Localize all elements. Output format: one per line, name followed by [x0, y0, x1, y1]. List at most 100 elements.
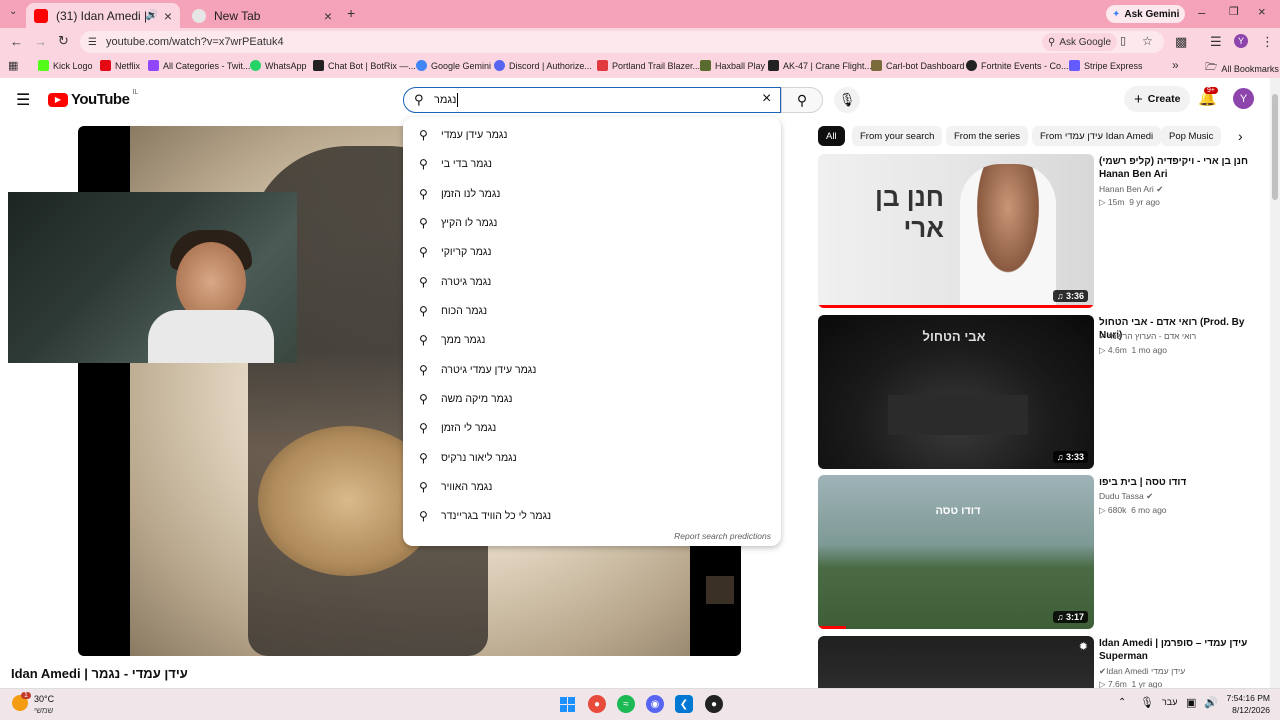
recommendation-thumbnail[interactable]: אבי הטחול ♫ 3:33 — [818, 315, 1094, 469]
suggestion-item[interactable]: ⚲ נגמר גיטרה — [403, 267, 781, 296]
chip-from-the-series[interactable]: From the series — [946, 126, 1028, 146]
bookmark-item[interactable]: Fortnite Events - Co... — [966, 60, 1069, 71]
bookmark-item[interactable]: Chat Bot | BotRix —... — [313, 60, 416, 71]
suggestion-item[interactable]: ⚲ נגמר לו הקיץ — [403, 208, 781, 237]
language-indicator[interactable]: עבר — [1162, 697, 1177, 707]
audio-playing-icon[interactable]: 🔊 — [146, 10, 158, 21]
weather-desc: שמשי — [34, 706, 54, 715]
tab-new-tab[interactable]: New Tab × — [184, 3, 340, 28]
vscode-taskbar-icon[interactable]: ❮ — [675, 695, 693, 713]
notification-badge: 9+ — [1204, 87, 1218, 94]
app-taskbar-icon[interactable]: ● — [705, 695, 723, 713]
bookmark-label: Carl-bot Dashboard — [886, 60, 965, 71]
discord-taskbar-icon[interactable]: ◉ — [646, 695, 664, 713]
more-bookmarks-icon[interactable]: » — [1172, 58, 1179, 72]
recommendation-thumbnail[interactable]: דודו טסה ♫ 3:17 — [818, 475, 1094, 629]
network-icon[interactable]: ▣ — [1186, 696, 1196, 709]
bookmark-item[interactable]: Netflix — [100, 60, 140, 71]
bookmark-item[interactable]: WhatsApp — [250, 60, 307, 71]
search-button[interactable]: ⚲ — [781, 87, 823, 113]
bookmark-item[interactable]: All Categories - Twit... — [148, 60, 250, 71]
window-close-icon[interactable]: × — [1258, 4, 1266, 19]
profile-avatar[interactable]: Y — [1234, 34, 1248, 48]
bookmark-star-icon[interactable]: ☆ — [1142, 34, 1153, 48]
channel-name[interactable]: ✔Idan Amedi עידן עמדי — [1099, 666, 1185, 677]
channel-name[interactable]: Hanan Ben Ari ✔ — [1099, 184, 1163, 195]
clock-date[interactable]: 8/12/2026 — [1226, 705, 1270, 715]
apps-grid-icon[interactable]: ▦ — [8, 59, 18, 72]
bookmark-item[interactable]: Stripe Express — [1069, 60, 1143, 71]
suggestion-item[interactable]: ⚲ נגמר לי הזמן — [403, 413, 781, 442]
suggestion-item[interactable]: ⚲ נגמר בדי בי — [403, 149, 781, 178]
tray-mic-icon[interactable]: 🎙 — [1140, 696, 1154, 709]
install-app-icon[interactable]: ▯ — [1120, 34, 1126, 47]
voice-search-button[interactable]: 🎙 — [834, 87, 860, 113]
close-tab-icon[interactable]: × — [164, 8, 172, 24]
tab-youtube[interactable]: (31) Idan Amedi | עידן עמדי - נגמר 🔊 × — [26, 3, 180, 28]
video-endscreen-thumbnail[interactable] — [706, 576, 734, 604]
chrome-menu-icon[interactable]: ⋮ — [1261, 34, 1274, 50]
close-tab-icon[interactable]: × — [324, 8, 332, 24]
suggestion-item[interactable]: ⚲ נגמר עידן עמדי גיטרה — [403, 355, 781, 384]
bookmark-item[interactable]: Google Gemini — [416, 60, 491, 71]
suggestion-item[interactable]: ⚲ נגמר ממך — [403, 325, 781, 354]
youtube-logo[interactable]: ▶ YouTube IL — [48, 89, 138, 108]
bookmark-item[interactable]: Carl-bot Dashboard — [871, 60, 965, 71]
suggestion-item[interactable]: ⚲ נגמר האוויר — [403, 472, 781, 501]
thumbnail-text: אבי הטחול — [922, 329, 986, 344]
recommendation-title[interactable]: דודו טסה | בית ביפו — [1099, 476, 1259, 489]
channel-name[interactable]: ✔ רואי אדם - הערוץ הרשמי — [1099, 331, 1196, 342]
tab-title: New Tab — [214, 8, 261, 23]
suggestion-item[interactable]: ⚲ נגמר הכוח — [403, 296, 781, 325]
tab-search-icon[interactable]: ⌄ — [9, 6, 17, 17]
bookmark-item[interactable]: Discord | Authorize... — [494, 60, 592, 71]
suggestion-item[interactable]: ⚲ נגמר לנו הזמן — [403, 179, 781, 208]
bookmark-item[interactable]: Kick Logo — [38, 60, 93, 71]
recommendation-title[interactable]: Idan Amedi | עידן עמדי – סופרמן Superman — [1099, 637, 1259, 663]
suggestion-item[interactable]: ⚲ נגמר מיקה משה — [403, 384, 781, 413]
site-info-icon[interactable]: ☰ — [88, 37, 97, 48]
clock-time[interactable]: 7:54:16 PM — [1226, 693, 1270, 703]
new-tab-button[interactable]: + — [347, 5, 355, 21]
address-bar[interactable]: ☰ youtube.com/watch?v=x7wrPEatuk4 ⚲ Ask … — [80, 31, 1164, 53]
bookmark-item[interactable]: AK-47 | Crane Flight... — [768, 60, 872, 71]
spotify-taskbar-icon[interactable]: ≈ — [617, 695, 635, 713]
suggestion-item[interactable]: ⚲ נגמר לי כל הוויד בגריינדר — [403, 501, 781, 530]
back-icon[interactable]: ← — [10, 34, 23, 49]
suggestion-item[interactable]: ⚲ נגמר ליאור נרקיס — [403, 443, 781, 472]
recommendation-thumbnail[interactable]: חנן בן ארי ♫ 3:36 — [818, 154, 1094, 308]
search-input[interactable]: ⚲ נגמר × — [403, 87, 781, 113]
suggestion-item[interactable]: ⚲ נגמר קריוקי — [403, 237, 781, 266]
recommendation-thumbnail[interactable]: ✹ — [818, 636, 1094, 688]
restore-icon[interactable]: ❐ — [1229, 5, 1239, 18]
minimize-icon[interactable]: – — [1198, 5, 1205, 20]
chip-from-idan-amedi[interactable]: From עידן עמדי Idan Amedi — [1032, 126, 1162, 146]
account-avatar[interactable]: Y — [1233, 88, 1254, 109]
reload-icon[interactable]: ↻ — [58, 33, 69, 49]
all-bookmarks-button[interactable]: 🗁 All Bookmarks — [1205, 60, 1279, 77]
bookmark-item[interactable]: Haxball Play — [700, 60, 765, 71]
media-control-icon[interactable]: ☰ — [1210, 34, 1222, 50]
chip-from-your-search[interactable]: From your search — [852, 126, 943, 146]
chips-next-icon[interactable]: › — [1238, 128, 1243, 144]
start-windows-icon[interactable] — [558, 695, 576, 713]
volume-icon[interactable]: 🔊 — [1204, 696, 1218, 709]
ask-google-button[interactable]: ⚲ Ask Google — [1042, 33, 1118, 51]
bookmark-item[interactable]: Portland Trail Blazer... — [597, 60, 700, 71]
recommendation-title[interactable]: חנן בן ארי - ויקיפדיה (קליפ רשמי) Hanan … — [1099, 155, 1259, 181]
ask-gemini-button[interactable]: ✦ Ask Gemini — [1106, 5, 1186, 23]
channel-name[interactable]: Dudu Tassa ✔ — [1099, 491, 1153, 502]
create-button[interactable]: + Create — [1124, 86, 1191, 112]
tray-overflow-icon[interactable]: ⌃ — [1118, 697, 1126, 708]
scrollbar-thumb[interactable] — [1272, 94, 1278, 200]
report-predictions-link[interactable]: Report search predictions — [674, 531, 771, 541]
suggestion-item[interactable]: ⚲ נגמר עידן עמדי — [403, 120, 781, 149]
chip-pop-music[interactable]: Pop Music — [1161, 126, 1222, 146]
clear-search-icon[interactable]: × — [762, 90, 771, 108]
forward-icon[interactable]: → — [34, 34, 47, 49]
chip-all[interactable]: All — [818, 126, 845, 146]
extensions-icon[interactable]: ▩ — [1175, 34, 1187, 50]
weather-temp[interactable]: 30°C — [34, 694, 54, 704]
hamburger-menu-icon[interactable]: ☰ — [16, 90, 30, 110]
chrome-taskbar-icon[interactable]: ● — [588, 695, 606, 713]
